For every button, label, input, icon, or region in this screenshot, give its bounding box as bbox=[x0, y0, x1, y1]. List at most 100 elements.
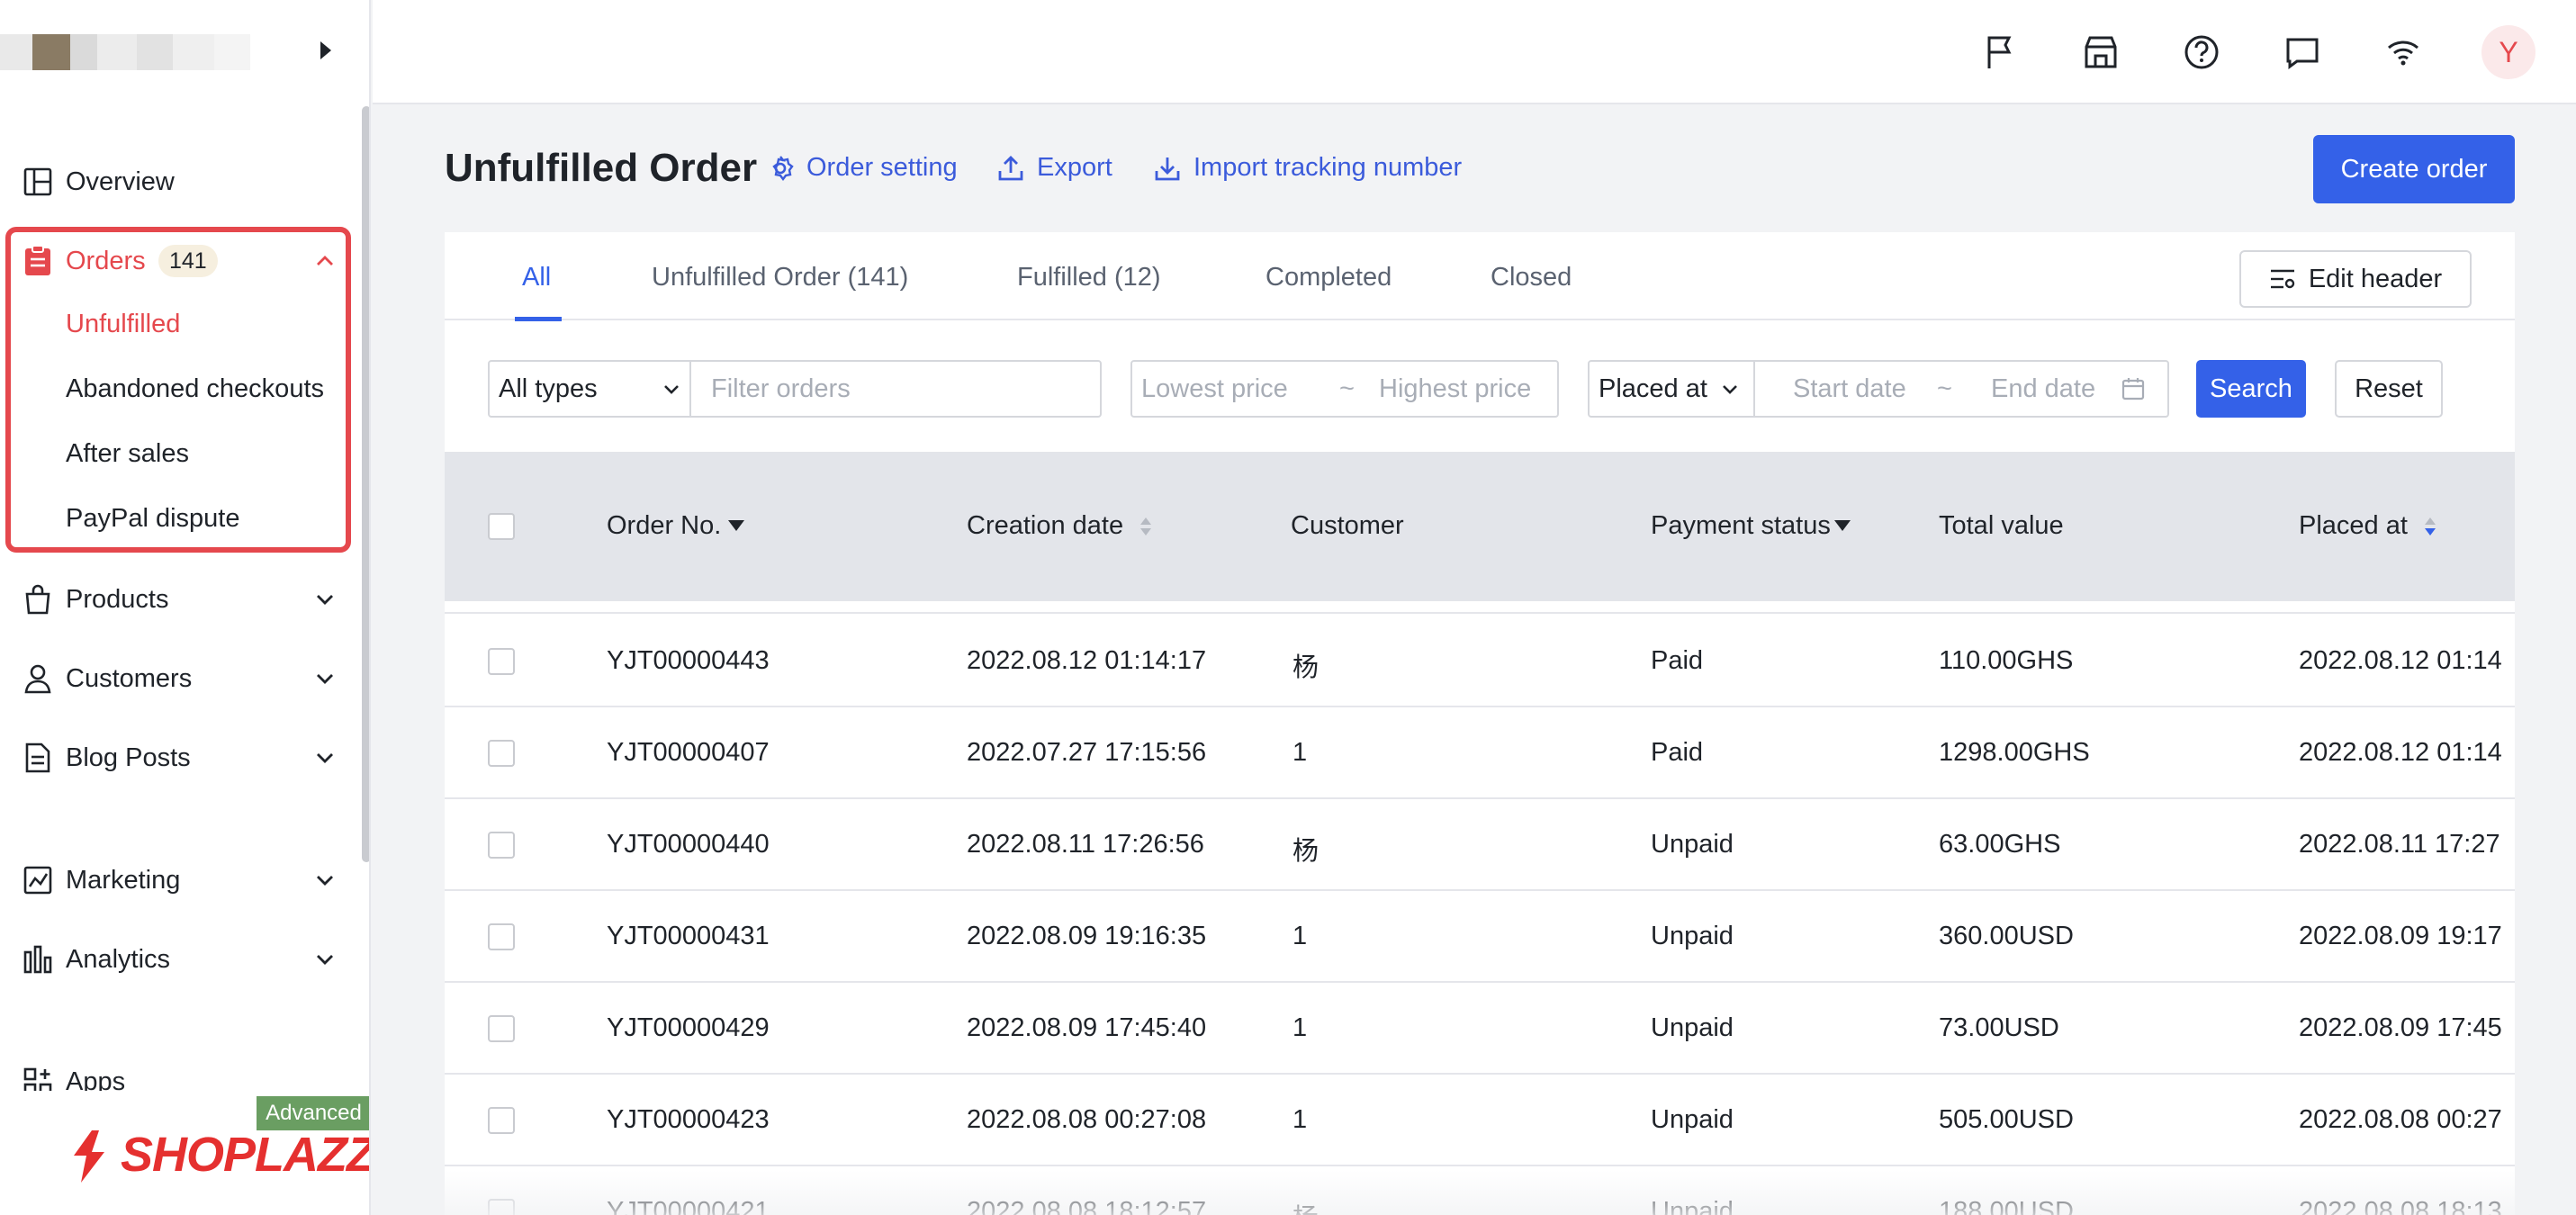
customer-cell: 杨 bbox=[1293, 837, 1320, 866]
tab-fulfilled[interactable]: Fulfilled (12) bbox=[1017, 263, 1161, 292]
chevron-down-icon[interactable] bbox=[315, 950, 335, 969]
marketing-icon bbox=[22, 864, 54, 896]
edit-header-button[interactable]: Edit header bbox=[2239, 250, 2472, 308]
bottom-fade bbox=[373, 1170, 2576, 1215]
filter-caret-icon bbox=[1833, 520, 1851, 531]
chevron-down-icon[interactable] bbox=[315, 669, 335, 688]
chevron-down-icon[interactable] bbox=[315, 748, 335, 768]
tab-unfulfilled[interactable]: Unfulfilled Order (141) bbox=[652, 263, 908, 292]
order-no-cell[interactable]: YJT00000440 bbox=[607, 830, 770, 860]
gear-icon bbox=[772, 155, 794, 181]
order-tabs: All Unfulfilled Order (141) Fulfilled (1… bbox=[445, 232, 2515, 321]
sidebar-item-customers[interactable]: Customers bbox=[0, 646, 360, 711]
overview-icon bbox=[22, 166, 54, 198]
row-checkbox[interactable] bbox=[488, 832, 515, 859]
chevron-down-icon[interactable] bbox=[315, 590, 335, 609]
sidebar-item-products[interactable]: Products bbox=[0, 567, 360, 632]
total-value-cell: 63.00GHS bbox=[1939, 830, 2061, 859]
sidebar-subitem-after-sales[interactable]: After sales bbox=[66, 439, 189, 469]
column-header-placed-at[interactable]: Placed at bbox=[2299, 511, 2440, 541]
row-checkbox[interactable] bbox=[488, 923, 515, 950]
sidebar-item-marketing[interactable]: Marketing bbox=[0, 848, 360, 913]
import-tracking-link[interactable]: Import tracking number bbox=[1154, 153, 1462, 183]
help-icon[interactable] bbox=[2182, 32, 2221, 72]
sidebar-subitem-abandoned-checkouts[interactable]: Abandoned checkouts bbox=[66, 374, 324, 404]
table-row[interactable]: YJT00000407 2022.07.27 17:15:56 1 Paid 1298.… bbox=[445, 707, 2515, 799]
payment-status-cell: Paid bbox=[1651, 738, 1704, 767]
store-switch-arrow-icon[interactable] bbox=[320, 41, 331, 59]
row-checkbox[interactable] bbox=[488, 1107, 515, 1134]
row-checkbox[interactable] bbox=[488, 648, 515, 675]
sidebar-item-analytics[interactable]: Analytics bbox=[0, 927, 360, 992]
table-row[interactable]: YJT00000423 2022.08.08 00:27:08 1 Unpaid 505… bbox=[445, 1075, 2515, 1166]
export-link[interactable]: Export bbox=[997, 153, 1112, 183]
start-date-input[interactable]: Start date bbox=[1793, 374, 1906, 404]
end-date-input[interactable]: End date bbox=[1991, 374, 2095, 404]
customer-cell: 杨 bbox=[1293, 653, 1320, 682]
chevron-up-icon[interactable] bbox=[315, 251, 335, 271]
total-value-cell: 1298.00GHS bbox=[1939, 738, 2090, 767]
date-type-select[interactable]: Placed at bbox=[1588, 360, 1755, 418]
table-row[interactable]: YJT00000429 2022.08.09 17:45:40 1 Unpaid 73.… bbox=[445, 983, 2515, 1075]
table-row[interactable]: YJT00000431 2022.08.09 19:16:35 1 Unpaid 360… bbox=[445, 891, 2515, 983]
total-value-cell: 110.00GHS bbox=[1939, 646, 2074, 675]
column-header-order-no[interactable]: Order No. bbox=[607, 511, 746, 541]
table-row[interactable]: YJT00000440 2022.08.11 17:26:56 杨 Unpaid 63.… bbox=[445, 799, 2515, 891]
sidebar-item-blog-posts[interactable]: Blog Posts bbox=[0, 725, 360, 790]
store-icon[interactable] bbox=[2081, 32, 2121, 72]
tab-completed[interactable]: Completed bbox=[1265, 263, 1392, 292]
order-no-cell[interactable]: YJT00000423 bbox=[607, 1105, 770, 1135]
chevron-down-icon[interactable] bbox=[315, 870, 335, 890]
orders-count-badge: 141 bbox=[158, 245, 218, 277]
column-header-label: Order No. bbox=[607, 511, 722, 540]
message-icon[interactable] bbox=[2283, 32, 2322, 72]
row-checkbox[interactable] bbox=[488, 1015, 515, 1042]
page-title: Unfulfilled Order bbox=[445, 146, 758, 190]
orders-icon bbox=[22, 245, 54, 277]
order-type-select[interactable]: All types bbox=[488, 360, 691, 418]
column-header-creation-date[interactable]: Creation date bbox=[967, 511, 1156, 541]
table-row[interactable]: YJT00000443 2022.08.12 01:14:17 杨 Paid 110.0… bbox=[445, 616, 2515, 707]
sidebar-subitem-paypal-dispute[interactable]: PayPal dispute bbox=[66, 504, 239, 534]
store-logo[interactable] bbox=[0, 16, 270, 88]
order-type-value: All types bbox=[499, 374, 598, 403]
payment-status-cell: Unpaid bbox=[1651, 1013, 1734, 1042]
select-all-checkbox[interactable] bbox=[488, 513, 515, 540]
plan-badge: Advanced bbox=[257, 1096, 369, 1130]
date-type-value: Placed at bbox=[1599, 374, 1707, 403]
app-root: Overview Orders 141 Unfulfilled Abandone… bbox=[0, 0, 2576, 1215]
top-bar bbox=[373, 0, 2576, 104]
filter-orders-input[interactable]: Filter orders bbox=[689, 360, 1102, 418]
row-checkbox[interactable] bbox=[488, 740, 515, 767]
order-setting-label: Order setting bbox=[806, 153, 958, 182]
creation-date-cell: 2022.08.11 17:26:56 bbox=[967, 830, 1204, 859]
column-header-payment-status[interactable]: Payment status bbox=[1651, 511, 1852, 541]
price-range-separator: ~ bbox=[1339, 374, 1355, 403]
sidebar-item-overview[interactable]: Overview bbox=[0, 149, 360, 214]
order-no-cell[interactable]: YJT00000443 bbox=[607, 646, 770, 676]
sidebar-item-label: Products bbox=[66, 584, 169, 614]
sidebar-scrollbar[interactable] bbox=[362, 106, 369, 862]
order-no-cell[interactable]: YJT00000407 bbox=[607, 738, 770, 768]
lowest-price-input[interactable]: Lowest price bbox=[1141, 374, 1288, 404]
tab-closed[interactable]: Closed bbox=[1491, 263, 1572, 292]
search-button[interactable]: Search bbox=[2196, 360, 2306, 418]
date-range-input: Start date ~ End date bbox=[1753, 360, 2169, 418]
order-no-cell[interactable]: YJT00000429 bbox=[607, 1013, 770, 1043]
creation-date-cell: 2022.08.08 00:27:08 bbox=[967, 1105, 1207, 1134]
highest-price-input[interactable]: Highest price bbox=[1379, 374, 1531, 404]
sidebar-item-label: Marketing bbox=[66, 865, 181, 895]
sidebar-item-label: Customers bbox=[66, 663, 193, 693]
creation-date-cell: 2022.07.27 17:15:56 bbox=[967, 738, 1207, 767]
avatar[interactable]: Y bbox=[2481, 25, 2535, 79]
order-setting-link[interactable]: Order setting bbox=[767, 153, 958, 183]
tab-all[interactable]: All bbox=[522, 263, 551, 292]
filter-orders-placeholder: Filter orders bbox=[711, 374, 851, 403]
sidebar-subitem-unfulfilled[interactable]: Unfulfilled bbox=[66, 310, 180, 339]
order-no-cell[interactable]: YJT00000431 bbox=[607, 922, 770, 951]
reset-button[interactable]: Reset bbox=[2335, 360, 2443, 418]
create-order-button[interactable]: Create order bbox=[2313, 135, 2515, 203]
flag-icon[interactable] bbox=[1980, 32, 2020, 72]
chevron-down-icon bbox=[1723, 385, 1737, 394]
brand-name: SHOPLAZZA bbox=[121, 1128, 369, 1182]
